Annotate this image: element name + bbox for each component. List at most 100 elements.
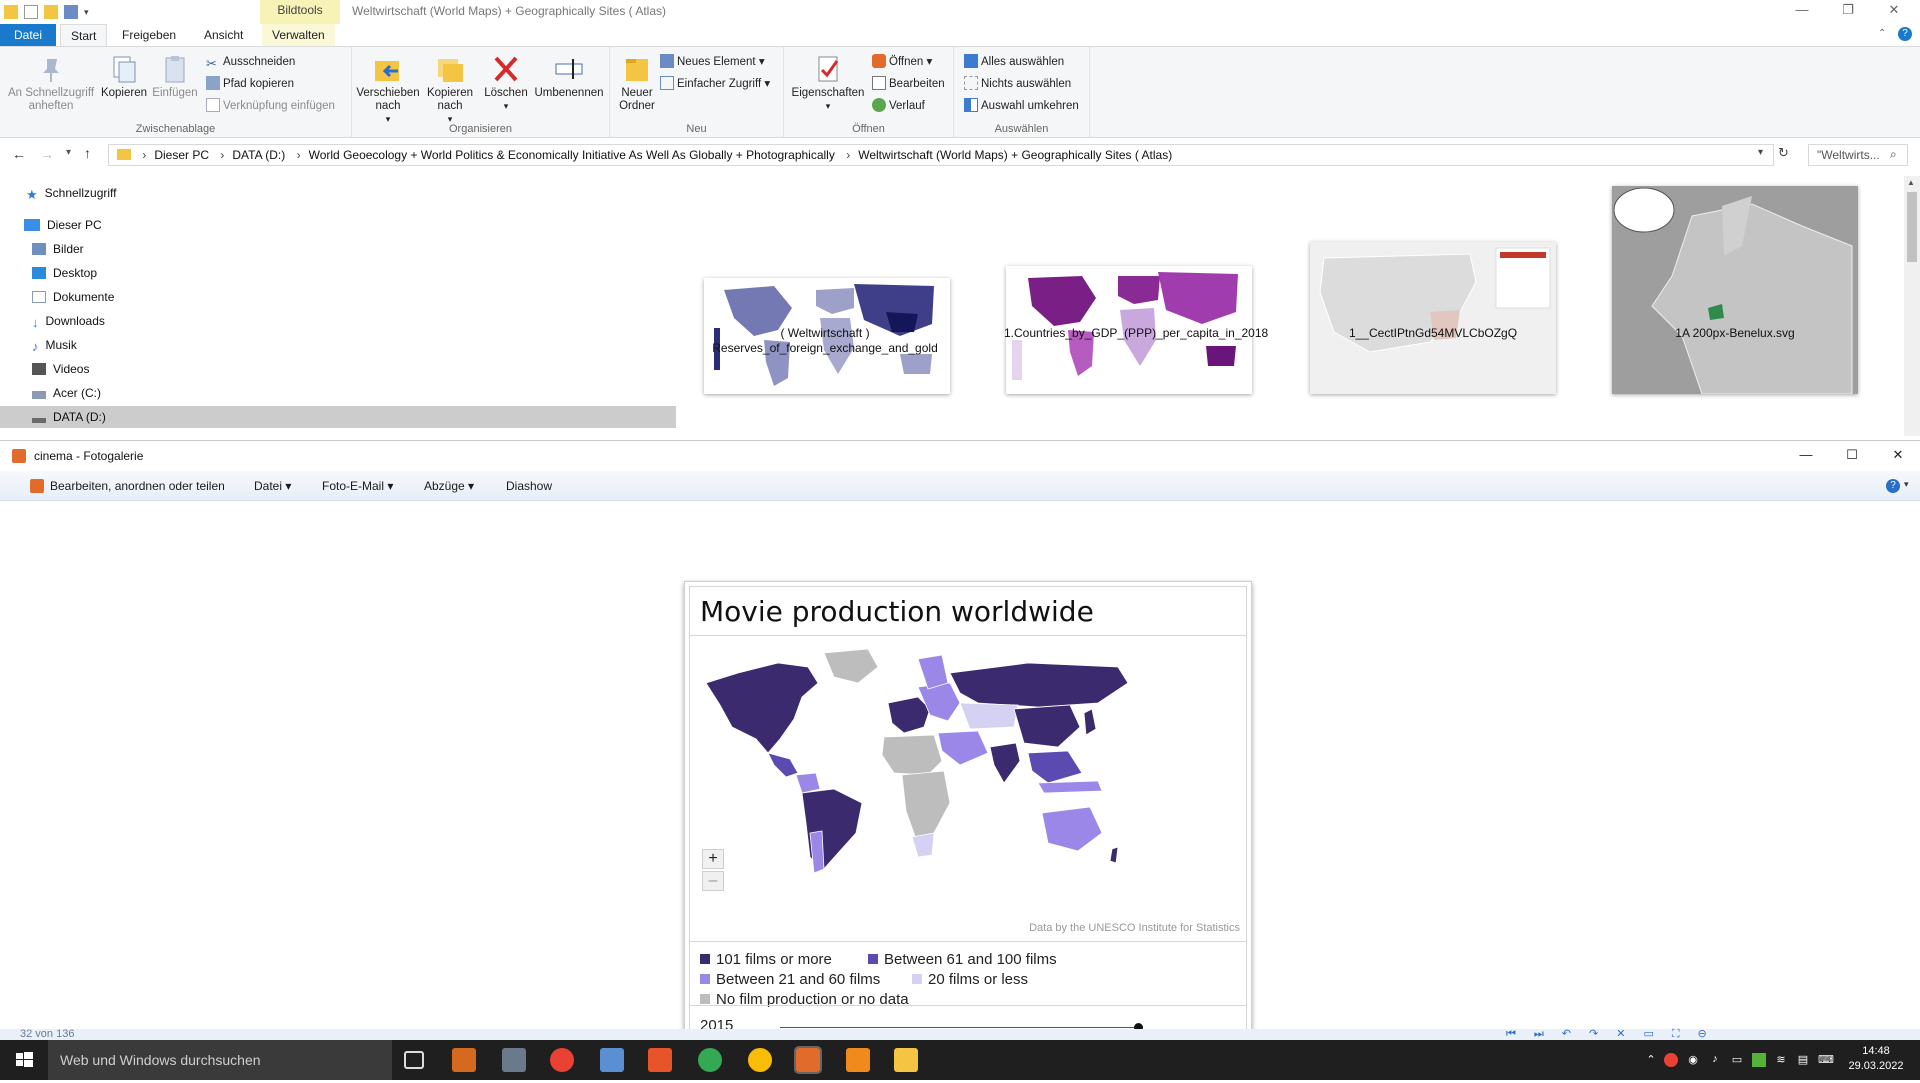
menu-slideshow[interactable]: Diashow <box>506 479 552 493</box>
file-explorer-icon[interactable] <box>894 1048 918 1072</box>
keyboard-icon[interactable]: ⌨ <box>1818 1053 1834 1067</box>
chevron-down-icon[interactable]: ▾ <box>84 7 89 18</box>
file-name[interactable]: 1A 200px-Benelux.svg <box>1610 326 1860 341</box>
delete-button[interactable]: Löschen ▾ <box>480 53 532 113</box>
scroll-up-arrow-icon[interactable]: ▲ <box>1907 178 1915 187</box>
cut-button[interactable]: ✂ Ausschneiden <box>206 53 295 71</box>
search-icon[interactable]: ⌕ <box>1890 147 1897 162</box>
refresh-icon[interactable]: ↻ <box>1778 145 1789 161</box>
nvidia-icon[interactable] <box>1752 1053 1766 1067</box>
file-name[interactable]: 1__CectIPtnGd54MVLCbOZgQ <box>1308 326 1558 341</box>
minimize-button[interactable]: — <box>1788 445 1824 469</box>
tray-chevron-up-icon[interactable]: ⌃ <box>1644 1053 1658 1067</box>
invert-selection-button[interactable]: Auswahl umkehren <box>964 97 1079 115</box>
network-icon[interactable]: ◉ <box>1686 1053 1700 1067</box>
collapse-ribbon-icon[interactable]: ⌃ <box>1878 28 1886 39</box>
system-clock[interactable]: 14:48 29.03.2022 <box>1836 1044 1916 1074</box>
scrollbar-thumb[interactable] <box>1907 192 1917 262</box>
paste-button[interactable]: Einfügen <box>150 53 200 100</box>
nav-item-downloads[interactable]: ↓ Downloads <box>32 310 105 332</box>
breadcrumb-weltwirtschaft[interactable]: Weltwirtschaft (World Maps) + Geographic… <box>858 148 1172 162</box>
menu-file[interactable]: Datei ▾ <box>254 479 291 493</box>
vlc-icon[interactable] <box>846 1048 870 1072</box>
folder-icon[interactable] <box>4 5 18 19</box>
maximize-button[interactable]: ❐ <box>1830 0 1866 24</box>
select-all-button[interactable]: Alles auswählen <box>964 53 1064 71</box>
breadcrumb-this-pc[interactable]: Dieser PC <box>154 148 209 162</box>
file-name[interactable]: ( Weltwirtschaft ) Reserves_of_foreign_ex… <box>700 326 950 356</box>
close-button[interactable]: ✕ <box>1880 445 1916 469</box>
up-arrow-icon[interactable]: ↑ <box>84 145 91 161</box>
rename-icon[interactable] <box>64 5 78 19</box>
taskbar-search-box[interactable]: Web und Windows durchsuchen <box>48 1040 392 1080</box>
forward-arrow-icon[interactable]: → <box>40 146 54 162</box>
close-button[interactable]: ✕ <box>1876 0 1912 24</box>
open-button[interactable]: Öffnen ▾ <box>872 53 932 71</box>
edit-button[interactable]: Bearbeiten <box>872 75 945 93</box>
file-thumbnail[interactable] <box>1310 242 1556 394</box>
gallery-toolbar-icons[interactable]: ⏮⏭↶↷✕▭⛶⊖ <box>1506 1027 1725 1041</box>
move-to-button[interactable]: Verschieben nach ▾ <box>356 53 420 126</box>
file-thumbnail[interactable] <box>1612 186 1858 395</box>
pin-quick-access-button[interactable]: An Schnellzugriff anheften <box>6 53 96 113</box>
menu-prints[interactable]: Abzüge ▾ <box>424 479 474 493</box>
nav-item-bilder[interactable]: Bilder <box>32 238 84 260</box>
paste-shortcut-button[interactable]: Verknüpfung einfügen <box>206 97 335 115</box>
tab-ansicht[interactable]: Ansicht <box>194 24 253 46</box>
chrome-icon[interactable] <box>748 1048 772 1072</box>
recent-locations-chevron-icon[interactable]: ▾ <box>66 147 71 158</box>
history-button[interactable]: Verlauf <box>872 97 925 115</box>
copy-path-button[interactable]: Pfad kopieren <box>206 75 294 93</box>
breadcrumb-world-geoecology[interactable]: World Geoecology + World Politics & Econ… <box>309 148 835 162</box>
properties-button[interactable]: Eigenschaften ▾ <box>790 53 866 113</box>
minimize-button[interactable]: — <box>1784 0 1820 24</box>
tab-verwalten[interactable]: Verwalten <box>262 24 335 46</box>
photo-gallery-icon[interactable] <box>794 1046 822 1074</box>
nav-item-desktop[interactable]: Desktop <box>32 262 97 284</box>
vertical-scrollbar[interactable]: ▲ <box>1904 176 1920 436</box>
rename-button[interactable]: Umbenennen <box>532 53 606 100</box>
tray-app-icon[interactable] <box>1664 1053 1678 1067</box>
taskbar-app-icon[interactable] <box>648 1048 672 1072</box>
taskbar-app-icon[interactable] <box>600 1048 624 1072</box>
breadcrumb-data-drive[interactable]: DATA (D:) <box>232 148 285 162</box>
start-button[interactable] <box>0 1040 48 1080</box>
battery-icon[interactable]: ▭ <box>1730 1053 1744 1067</box>
help-icon[interactable]: ? <box>1886 479 1900 493</box>
address-bar[interactable]: › Dieser PC › DATA (D:) › World Geoecology … <box>108 144 1774 166</box>
taskbar-app-icon[interactable] <box>452 1048 476 1072</box>
properties-icon[interactable] <box>24 5 38 19</box>
nav-this-pc[interactable]: Dieser PC <box>24 214 102 236</box>
easy-access-button[interactable]: Einfacher Zugriff ▾ <box>660 75 770 93</box>
tab-freigeben[interactable]: Freigeben <box>112 24 186 46</box>
notification-icon[interactable]: ▤ <box>1796 1053 1810 1067</box>
chevron-down-icon[interactable]: ▾ <box>1904 479 1909 490</box>
taskbar-app-icon[interactable] <box>502 1048 526 1072</box>
tab-datei[interactable]: Datei <box>0 24 56 46</box>
nav-item-data-d[interactable]: DATA (D:) <box>0 406 676 428</box>
maximize-button[interactable]: ☐ <box>1834 445 1870 469</box>
taskbar-app-icon[interactable] <box>698 1048 722 1072</box>
copy-button[interactable]: Kopieren <box>100 53 148 100</box>
nav-item-acer-c[interactable]: Acer (C:) <box>32 382 101 404</box>
tab-start[interactable]: Start <box>60 24 108 46</box>
nav-quick-access[interactable]: ★ Schnellzugriff <box>26 182 116 204</box>
wifi-icon[interactable]: ≋ <box>1774 1053 1788 1067</box>
back-arrow-icon[interactable]: ← <box>12 146 26 162</box>
nav-item-videos[interactable]: Videos <box>32 358 89 380</box>
new-folder-icon[interactable] <box>44 5 58 19</box>
copy-to-button[interactable]: Kopieren nach ▾ <box>420 53 480 126</box>
help-icon[interactable]: ? <box>1898 27 1912 41</box>
volume-icon[interactable]: ♪ <box>1708 1053 1722 1067</box>
nav-item-musik[interactable]: ♪ Musik <box>32 334 77 356</box>
file-name[interactable]: 1.Countries_by_GDP_(PPP)_per_capita_in_2… <box>1004 326 1268 341</box>
nav-item-dokumente[interactable]: Dokumente <box>32 286 114 308</box>
taskbar-app-icon[interactable] <box>550 1048 574 1072</box>
address-dropdown-icon[interactable]: ▾ <box>1758 147 1763 158</box>
menu-photo-email[interactable]: Foto-E-Mail ▾ <box>322 479 393 493</box>
select-none-button[interactable]: Nichts auswählen <box>964 75 1071 93</box>
task-view-icon[interactable] <box>404 1051 424 1069</box>
new-item-button[interactable]: Neues Element ▾ <box>660 53 765 71</box>
new-folder-button[interactable]: Neuer Ordner <box>612 53 662 113</box>
menu-edit-organize-share[interactable]: Bearbeiten, anordnen oder teilen <box>50 479 225 493</box>
